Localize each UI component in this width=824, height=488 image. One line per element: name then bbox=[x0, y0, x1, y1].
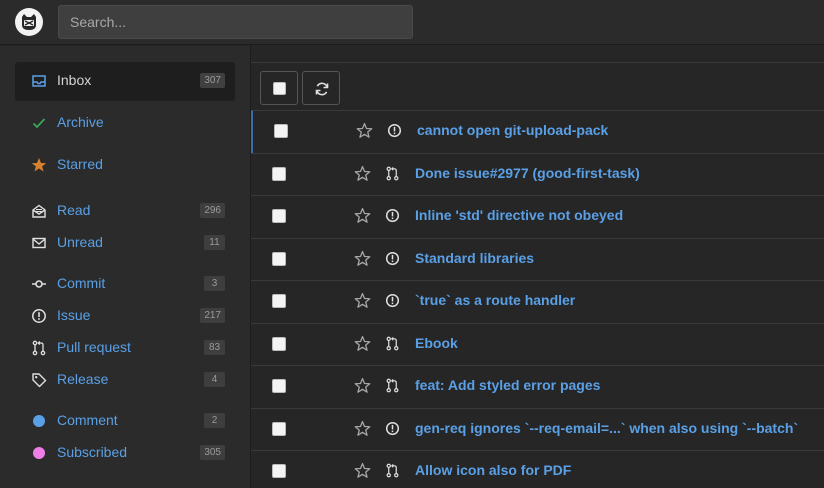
select-all-checkbox[interactable] bbox=[273, 82, 286, 95]
notification-row[interactable]: Allow icon also for PDF bbox=[251, 450, 824, 488]
row-checkbox[interactable] bbox=[272, 336, 286, 351]
notification-title[interactable]: Done issue#2977 (good-first-task) bbox=[415, 165, 640, 181]
notification-row[interactable]: Done issue#2977 (good-first-task) bbox=[251, 152, 824, 196]
envelope-icon bbox=[31, 235, 47, 251]
star-outline-icon[interactable] bbox=[356, 122, 373, 139]
sidebar-item-label: Unread bbox=[57, 234, 103, 250]
sidebar-item-label: Issue bbox=[57, 307, 91, 323]
count-badge: 83 bbox=[204, 340, 225, 355]
sidebar: Inbox 307 Archive Starred Read 296 Unrea… bbox=[0, 46, 250, 488]
refresh-button[interactable] bbox=[302, 71, 340, 105]
issue-icon bbox=[31, 308, 47, 324]
issue-icon bbox=[385, 421, 400, 436]
star-outline-icon[interactable] bbox=[354, 165, 371, 182]
star-icon bbox=[31, 157, 47, 173]
count-badge: 305 bbox=[200, 445, 225, 460]
notification-title[interactable]: feat: Add styled error pages bbox=[415, 377, 600, 393]
app-logo-icon[interactable] bbox=[15, 8, 43, 36]
sidebar-item-starred[interactable]: Starred bbox=[15, 146, 235, 185]
sidebar-item-release[interactable]: Release 4 bbox=[15, 361, 235, 400]
row-checkbox[interactable] bbox=[272, 421, 286, 436]
notification-row[interactable]: feat: Add styled error pages bbox=[251, 365, 824, 408]
notification-title[interactable]: `true` as a route handler bbox=[415, 292, 575, 308]
sidebar-item-label: Subscribed bbox=[57, 444, 128, 460]
sidebar-item-unread[interactable]: Unread 11 bbox=[15, 224, 235, 263]
notification-row[interactable]: Inline 'std' directive not obeyed bbox=[251, 195, 824, 238]
notification-panel: cannot open git-upload-pack Done issue#29… bbox=[250, 46, 824, 488]
notification-title[interactable]: gen-req ignores `--req-email=...` when a… bbox=[415, 420, 798, 436]
search-input[interactable] bbox=[58, 5, 413, 39]
tag-icon bbox=[31, 372, 47, 388]
issue-icon bbox=[385, 251, 400, 266]
commit-icon bbox=[31, 276, 47, 292]
notification-title[interactable]: Inline 'std' directive not obeyed bbox=[415, 207, 623, 223]
row-checkbox[interactable] bbox=[272, 464, 286, 478]
row-checkbox[interactable] bbox=[272, 251, 286, 266]
sidebar-item-label: Release bbox=[57, 371, 109, 387]
top-bar bbox=[0, 0, 824, 45]
sidebar-item-label: Comment bbox=[57, 412, 118, 428]
pull-request-icon bbox=[385, 378, 400, 393]
sidebar-item-label: Archive bbox=[57, 114, 104, 130]
sidebar-item-subscribed[interactable]: Subscribed 305 bbox=[15, 434, 235, 473]
count-badge: 4 bbox=[204, 372, 225, 387]
toolbar bbox=[251, 62, 824, 111]
sidebar-item-label: Starred bbox=[57, 156, 103, 172]
notification-row[interactable]: cannot open git-upload-pack bbox=[251, 110, 824, 153]
star-outline-icon[interactable] bbox=[354, 377, 371, 394]
sidebar-item-label: Commit bbox=[57, 275, 106, 291]
select-all-button[interactable] bbox=[260, 71, 298, 105]
notification-row[interactable]: gen-req ignores `--req-email=...` when a… bbox=[251, 407, 824, 451]
count-badge: 2 bbox=[204, 413, 225, 428]
notification-row[interactable]: Standard libraries bbox=[251, 237, 824, 281]
star-outline-icon[interactable] bbox=[354, 250, 371, 267]
star-outline-icon[interactable] bbox=[354, 207, 371, 224]
sidebar-item-inbox[interactable]: Inbox 307 bbox=[15, 62, 235, 101]
refresh-icon bbox=[314, 81, 330, 97]
comment-dot-icon bbox=[31, 413, 47, 429]
star-outline-icon[interactable] bbox=[354, 335, 371, 352]
inbox-icon bbox=[31, 73, 47, 89]
pull-request-icon bbox=[385, 166, 400, 181]
count-badge: 296 bbox=[200, 203, 225, 218]
notification-title[interactable]: Ebook bbox=[415, 335, 458, 351]
notification-title[interactable]: Allow icon also for PDF bbox=[415, 462, 571, 478]
row-checkbox[interactable] bbox=[272, 166, 286, 181]
star-outline-icon[interactable] bbox=[354, 292, 371, 309]
issue-icon bbox=[387, 123, 402, 138]
row-checkbox[interactable] bbox=[272, 379, 286, 393]
notification-title[interactable]: cannot open git-upload-pack bbox=[417, 122, 608, 138]
sidebar-item-label: Inbox bbox=[57, 72, 92, 88]
star-outline-icon[interactable] bbox=[354, 420, 371, 437]
row-checkbox[interactable] bbox=[272, 209, 286, 223]
pull-request-icon bbox=[385, 336, 400, 351]
row-checkbox[interactable] bbox=[272, 294, 286, 308]
pull-request-icon bbox=[31, 340, 47, 356]
count-badge: 11 bbox=[204, 235, 225, 250]
count-badge: 3 bbox=[204, 276, 225, 291]
sidebar-item-archive[interactable]: Archive bbox=[15, 104, 235, 143]
star-outline-icon[interactable] bbox=[354, 462, 371, 479]
envelope-open-icon bbox=[31, 203, 47, 219]
sidebar-item-label: Pull request bbox=[57, 339, 131, 355]
subscribed-dot-icon bbox=[31, 445, 47, 461]
row-checkbox[interactable] bbox=[274, 124, 288, 138]
notification-row[interactable]: `true` as a route handler bbox=[251, 280, 824, 323]
notification-row[interactable]: Ebook bbox=[251, 322, 824, 366]
count-badge: 307 bbox=[200, 73, 225, 88]
count-badge: 217 bbox=[200, 308, 225, 323]
sidebar-item-label: Read bbox=[57, 202, 91, 218]
notification-title[interactable]: Standard libraries bbox=[415, 250, 534, 266]
check-icon bbox=[31, 115, 47, 131]
issue-icon bbox=[385, 208, 400, 223]
issue-icon bbox=[385, 293, 400, 308]
pull-request-icon bbox=[385, 463, 400, 478]
